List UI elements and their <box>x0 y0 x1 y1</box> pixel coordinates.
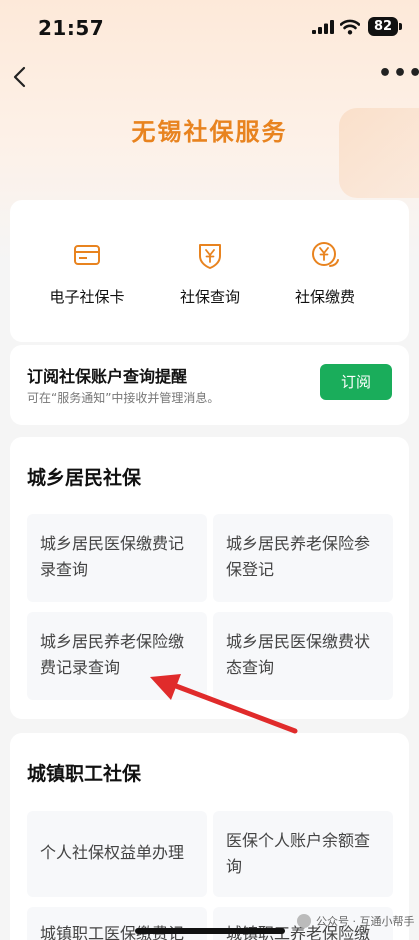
wifi-icon <box>340 19 360 35</box>
watermark: 公众号 · 互通小帮手 <box>297 913 415 929</box>
yen-payment-icon <box>312 242 339 267</box>
subscribe-card: 订阅社保账户查询提醒 可在“服务通知”中接收并管理消息。 订阅 <box>10 345 409 425</box>
service-tile-medical-account-balance[interactable]: 医保个人账户余额查 询 <box>213 811 393 897</box>
section-title: 城乡居民社保 <box>27 467 142 489</box>
tile-line: 个人社保权益单办理 <box>40 843 185 862</box>
quick-action-payment[interactable]: 社保缴费 <box>270 240 380 307</box>
subscribe-button[interactable]: 订阅 <box>320 364 392 400</box>
battery-icon: 82 <box>368 17 398 36</box>
more-options-icon[interactable]: ••• <box>378 63 419 90</box>
tile-line: 医保个人账户余额查 <box>226 831 371 850</box>
page-title: 无锡社保服务 <box>131 118 288 146</box>
quick-actions-card: 电子社保卡 社保查询 社保缴费 <box>10 200 409 342</box>
tile-line: 城乡居民养老保险参 <box>226 534 371 553</box>
battery-tip <box>399 23 402 30</box>
tile-line: 录查询 <box>40 560 89 579</box>
tile-line: 询 <box>226 857 243 876</box>
status-time: 21:57 <box>38 16 105 40</box>
watermark-text: 公众号 · 互通小帮手 <box>316 915 415 928</box>
tile-line: 态查询 <box>226 658 275 677</box>
tile-line: 费记录查询 <box>40 658 121 677</box>
tile-line: 城乡居民医保缴费状 <box>226 632 371 651</box>
card-icon <box>74 245 100 265</box>
service-tile-pension-payment-record[interactable]: 城乡居民养老保险缴 费记录查询 <box>27 612 207 700</box>
quick-action-social-card[interactable]: 电子社保卡 <box>32 240 142 307</box>
subscribe-title: 订阅社保账户查询提醒 <box>27 367 188 386</box>
back-arrow-icon[interactable] <box>8 64 34 90</box>
tile-line: 城乡居民养老保险缴 <box>40 632 185 651</box>
status-bar: 21:57 82 <box>0 0 419 58</box>
service-tile-employee-medical-record[interactable]: 城镇职工医保缴费记 <box>27 907 207 940</box>
rural-resident-section: 城乡居民社保 城乡居民医保缴费记 录查询 城乡居民养老保险参 保登记 城乡居民养… <box>10 437 409 719</box>
signal-icon <box>312 20 334 34</box>
service-tile-medical-payment-status[interactable]: 城乡居民医保缴费状 态查询 <box>213 612 393 700</box>
tile-line: 城乡居民医保缴费记 <box>40 534 185 553</box>
quick-action-label: 社保查询 <box>179 288 240 306</box>
shield-yen-icon <box>199 244 221 269</box>
quick-action-label: 社保缴费 <box>294 288 355 306</box>
quick-action-query[interactable]: 社保查询 <box>155 240 265 307</box>
service-tile-pension-registration[interactable]: 城乡居民养老保险参 保登记 <box>213 514 393 602</box>
quick-action-label: 电子社保卡 <box>49 288 125 306</box>
service-tile-medical-payment-record[interactable]: 城乡居民医保缴费记 录查询 <box>27 514 207 602</box>
wechat-icon <box>297 914 311 928</box>
home-indicator[interactable] <box>135 928 285 934</box>
section-title: 城镇职工社保 <box>27 763 142 785</box>
subscribe-description: 可在“服务通知”中接收并管理消息。 <box>27 391 220 405</box>
service-tile-rights-statement[interactable]: 个人社保权益单办理 <box>27 811 207 897</box>
tile-line: 保登记 <box>226 560 275 579</box>
urban-employee-section: 城镇职工社保 个人社保权益单办理 医保个人账户余额查 询 城镇职工医保缴费记 城… <box>10 733 409 940</box>
